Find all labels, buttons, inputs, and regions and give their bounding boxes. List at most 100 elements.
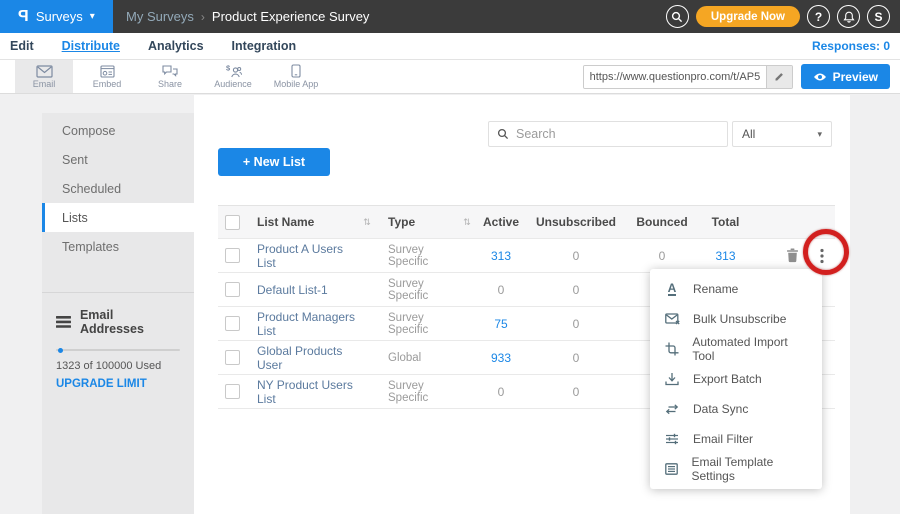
list-type: Survey Specific xyxy=(376,244,458,268)
menu-item-automated-import-tool[interactable]: Automated Import Tool xyxy=(650,334,822,364)
sidebar-item-templates[interactable]: Templates xyxy=(42,232,194,261)
row-checkbox[interactable] xyxy=(225,316,240,331)
notifications-button[interactable] xyxy=(837,5,860,28)
embed-icon xyxy=(100,65,115,78)
channel-tab-email[interactable]: Email xyxy=(15,60,73,93)
unsubscribed-count: 0 xyxy=(526,317,626,331)
unsubscribed-count: 0 xyxy=(526,351,626,365)
channel-tabs: Email Embed Share $ Audience Mobile App xyxy=(15,60,325,93)
bulk-unsubscribe-icon xyxy=(665,313,680,325)
breadcrumb-my-surveys[interactable]: My Surveys xyxy=(126,9,194,24)
preview-button[interactable]: Preview xyxy=(801,64,890,89)
sort-icon[interactable]: ⇅ xyxy=(358,217,376,228)
trash-icon xyxy=(786,248,799,263)
channel-tab-share[interactable]: Share xyxy=(141,60,199,93)
row-checkbox[interactable] xyxy=(225,282,240,297)
menu-item-bulk-unsubscribe[interactable]: Bulk Unsubscribe xyxy=(650,304,822,334)
column-header-type[interactable]: Type xyxy=(376,215,458,229)
email-sidebar: Compose Sent Scheduled Lists Templates E… xyxy=(42,113,194,514)
export-batch-icon xyxy=(665,372,679,386)
active-count[interactable]: 75 xyxy=(476,317,526,331)
search-input[interactable] xyxy=(516,127,719,141)
row-checkbox[interactable] xyxy=(225,248,240,263)
sort-icon[interactable]: ⇅ xyxy=(458,217,476,228)
content-area: Compose Sent Scheduled Lists Templates E… xyxy=(0,95,900,514)
channel-tab-label: Mobile App xyxy=(274,79,319,89)
delete-list-button[interactable] xyxy=(784,246,801,265)
tab-integration[interactable]: Integration xyxy=(232,39,297,53)
list-name-link[interactable]: Default List-1 xyxy=(250,283,358,297)
list-type: Global xyxy=(376,352,458,364)
top-bar: P Surveys ▾ My Surveys › Product Experie… xyxy=(0,0,900,33)
list-name-link[interactable]: Product A Users List xyxy=(250,242,358,270)
unsubscribed-count: 0 xyxy=(526,283,626,297)
list-filter-dropdown[interactable]: All ▾ xyxy=(732,121,832,147)
list-name-link[interactable]: Product Managers List xyxy=(250,310,358,338)
column-header-unsubscribed: Unsubscribed xyxy=(526,215,626,229)
topbar-actions: Upgrade Now ? S xyxy=(666,5,900,28)
survey-url-input[interactable] xyxy=(584,66,766,88)
menu-item-rename[interactable]: A Rename xyxy=(650,274,822,304)
active-count[interactable]: 933 xyxy=(476,351,526,365)
questionpro-logo-icon: P xyxy=(18,8,29,26)
email-filter-icon xyxy=(665,433,679,445)
row-checkbox[interactable] xyxy=(225,350,240,365)
three-dots-vertical-icon xyxy=(820,248,824,264)
email-usage-text: 1323 of 100000 Used xyxy=(56,360,180,372)
list-name-link[interactable]: Global Products User xyxy=(250,344,358,372)
tab-analytics[interactable]: Analytics xyxy=(148,39,204,53)
audience-icon: $ xyxy=(225,64,242,78)
global-search-button[interactable] xyxy=(666,5,689,28)
menu-item-export-batch[interactable]: Export Batch xyxy=(650,364,822,394)
toolbar-right: Preview xyxy=(583,64,900,89)
sidebar-item-scheduled[interactable]: Scheduled xyxy=(42,174,194,203)
new-list-button[interactable]: + New List xyxy=(218,148,330,176)
svg-text:$: $ xyxy=(226,64,231,73)
surveys-menu-label: Surveys xyxy=(36,9,83,24)
select-all-checkbox[interactable] xyxy=(225,215,240,230)
menu-item-label: Data Sync xyxy=(693,402,748,416)
upgrade-now-button[interactable]: Upgrade Now xyxy=(696,6,800,27)
tab-distribute[interactable]: Distribute xyxy=(62,39,120,53)
filter-selected-value: All xyxy=(742,127,755,141)
table-header-row: List Name ⇅ Type ⇅ Active Unsubscribed B… xyxy=(218,205,835,239)
total-count[interactable]: 313 xyxy=(698,249,753,263)
sidebar-item-lists[interactable]: Lists xyxy=(42,203,194,232)
data-sync-icon xyxy=(665,403,679,415)
column-header-list-name[interactable]: List Name xyxy=(250,215,358,229)
row-menu-button[interactable] xyxy=(818,246,826,266)
questionpro-distribute-lists-screen: P Surveys ▾ My Surveys › Product Experie… xyxy=(0,0,900,514)
unsubscribed-count: 0 xyxy=(526,249,626,263)
breadcrumb: My Surveys › Product Experience Survey xyxy=(126,9,369,24)
upgrade-limit-link[interactable]: UPGRADE LIMIT xyxy=(56,378,147,390)
page-title: Product Experience Survey xyxy=(212,9,370,24)
menu-item-label: Rename xyxy=(693,282,738,296)
list-type: Survey Specific xyxy=(376,278,458,302)
help-button[interactable]: ? xyxy=(807,5,830,28)
chevron-down-icon: ▾ xyxy=(817,129,822,140)
menu-item-label: Email Template Settings xyxy=(692,455,809,483)
active-count[interactable]: 313 xyxy=(476,249,526,263)
menu-item-email-template-settings[interactable]: Email Template Settings xyxy=(650,454,822,484)
surveys-menu[interactable]: P Surveys ▾ xyxy=(0,0,113,33)
tab-edit[interactable]: Edit xyxy=(10,39,34,53)
channel-tab-mobile-app[interactable]: Mobile App xyxy=(267,60,325,93)
channel-tab-audience[interactable]: $ Audience xyxy=(204,60,262,93)
list-search-box xyxy=(488,121,728,147)
menu-item-email-filter[interactable]: Email Filter xyxy=(650,424,822,454)
channel-tab-embed[interactable]: Embed xyxy=(78,60,136,93)
list-type: Survey Specific xyxy=(376,380,458,404)
channel-tab-label: Embed xyxy=(93,79,122,89)
sidebar-item-sent[interactable]: Sent xyxy=(42,145,194,174)
list-type: Survey Specific xyxy=(376,312,458,336)
menu-item-label: Automated Import Tool xyxy=(692,335,808,363)
list-name-link[interactable]: NY Product Users List xyxy=(250,378,358,406)
sidebar-item-compose[interactable]: Compose xyxy=(42,116,194,145)
menu-item-data-sync[interactable]: Data Sync xyxy=(650,394,822,424)
user-avatar[interactable]: S xyxy=(867,5,890,28)
pencil-icon xyxy=(774,71,785,82)
edit-url-button[interactable] xyxy=(766,66,792,88)
email-addresses-panel: Email Addresses 1323 of 100000 Used UPGR… xyxy=(42,292,194,392)
bell-icon xyxy=(843,11,855,23)
row-checkbox[interactable] xyxy=(225,384,240,399)
